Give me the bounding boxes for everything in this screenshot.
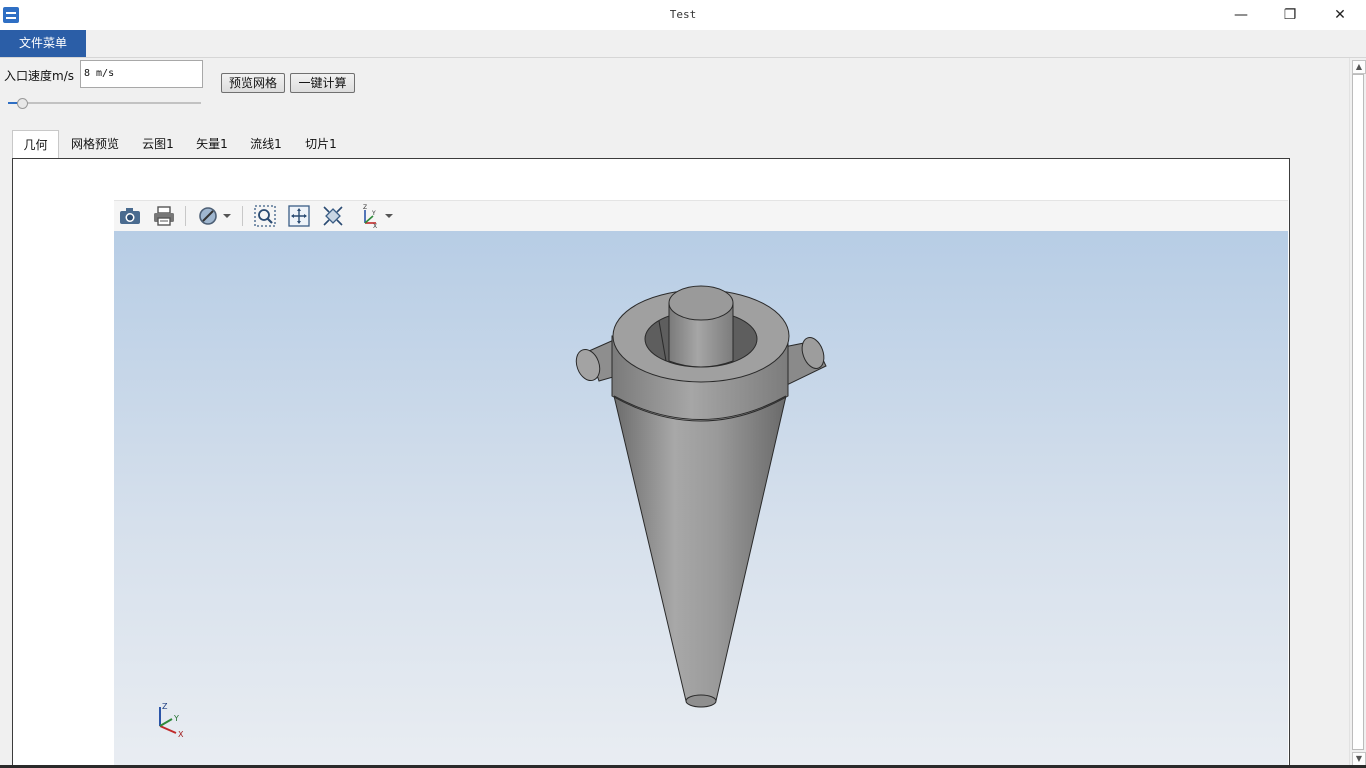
file-menu[interactable]: 文件菜单 bbox=[0, 30, 86, 57]
cyclone-model: Z Y X bbox=[159, 285, 827, 739]
tab-geometry[interactable]: 几何 bbox=[12, 130, 59, 159]
svg-text:Y: Y bbox=[371, 210, 376, 217]
inlet-speed-input[interactable]: 8 m/s bbox=[80, 60, 203, 88]
tab-mesh-preview[interactable]: 网格预览 bbox=[64, 130, 126, 158]
print-icon[interactable] bbox=[152, 204, 176, 228]
slider-thumb[interactable] bbox=[16, 98, 28, 109]
scroll-up-arrow[interactable]: ▲ bbox=[1352, 60, 1366, 74]
vertical-scrollbar[interactable]: ▲ ▼ bbox=[1349, 58, 1366, 768]
compute-button[interactable]: 一键计算 bbox=[290, 73, 355, 93]
svg-text:X: X bbox=[373, 223, 377, 228]
restore-button[interactable]: ❐ bbox=[1267, 0, 1313, 30]
axes-orientation-icon[interactable]: Z Y X bbox=[357, 204, 381, 228]
scroll-down-arrow[interactable]: ▼ bbox=[1352, 752, 1366, 766]
reset-view-icon[interactable] bbox=[321, 204, 345, 228]
menu-bar: 文件菜单 bbox=[0, 30, 1366, 58]
view-toolbar: Z Y X bbox=[114, 200, 1288, 232]
tab-vector-1[interactable]: 矢量1 bbox=[190, 130, 234, 158]
camera-icon[interactable] bbox=[118, 204, 142, 228]
axis-z-label: Z bbox=[162, 702, 168, 711]
tab-contour-1[interactable]: 云图1 bbox=[136, 130, 180, 158]
close-button[interactable]: ✕ bbox=[1317, 0, 1363, 30]
slider-track bbox=[8, 102, 201, 104]
title-bar: Test — ❐ ✕ bbox=[0, 0, 1366, 30]
dropdown-arrow-icon[interactable] bbox=[220, 204, 234, 228]
orientation-axes: Z Y X bbox=[159, 702, 184, 739]
zoom-region-icon[interactable] bbox=[253, 204, 277, 228]
scroll-thumb[interactable] bbox=[1352, 74, 1364, 750]
toolbar-separator bbox=[185, 206, 186, 226]
dropdown-arrow-icon[interactable] bbox=[382, 204, 396, 228]
clip-plane-icon[interactable] bbox=[196, 204, 220, 228]
tab-streamline-1[interactable]: 流线1 bbox=[244, 130, 288, 158]
preview-mesh-button[interactable]: 预览网格 bbox=[221, 73, 285, 93]
svg-text:Z: Z bbox=[363, 204, 367, 211]
toolbar-separator bbox=[242, 206, 243, 226]
inlet-speed-label: 入口速度m/s bbox=[4, 69, 74, 83]
axis-x-label: X bbox=[178, 730, 184, 739]
minimize-button[interactable]: — bbox=[1218, 0, 1264, 30]
3d-viewport[interactable]: Z Y X bbox=[114, 231, 1288, 768]
tab-slice-1[interactable]: 切片1 bbox=[299, 130, 343, 158]
speed-slider[interactable] bbox=[8, 95, 201, 111]
axis-y-label: Y bbox=[173, 714, 179, 723]
cone-body bbox=[613, 395, 787, 708]
window-title: Test bbox=[669, 8, 697, 21]
fit-all-icon[interactable] bbox=[287, 204, 311, 228]
